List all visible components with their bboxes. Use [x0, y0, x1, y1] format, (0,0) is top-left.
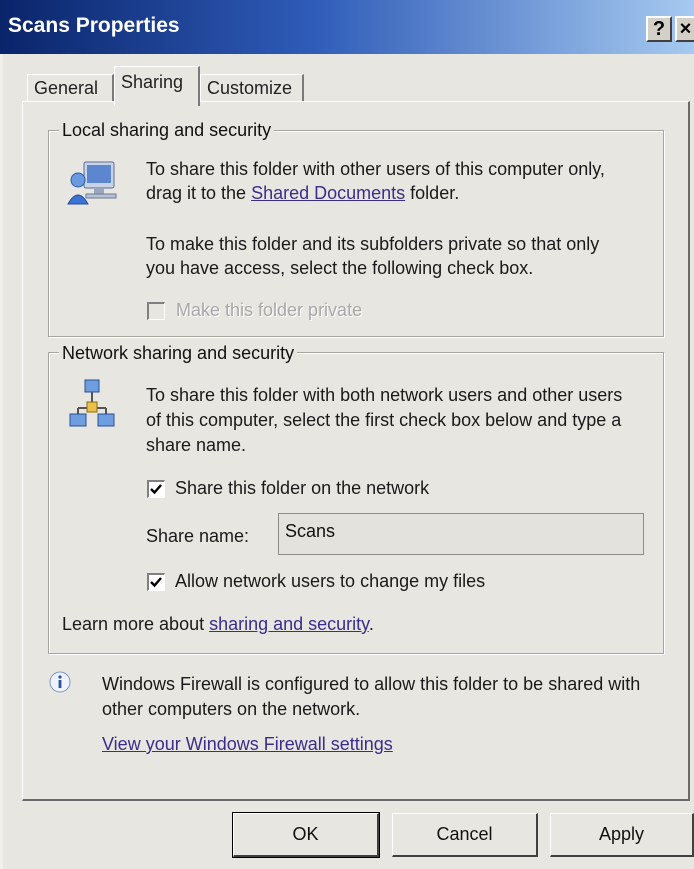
network-desc-line1: To share this folder with both network u…	[146, 385, 623, 405]
apply-button[interactable]: Apply	[550, 813, 694, 857]
info-icon	[49, 671, 71, 693]
share-name-label: Share name:	[146, 526, 250, 546]
tab-general[interactable]: General	[27, 74, 114, 102]
checkmark-icon	[150, 577, 162, 588]
checkmark-icon	[150, 484, 162, 495]
firewall-line1: Windows Firewall is configured to allow …	[102, 674, 641, 694]
computer-users-icon	[67, 161, 117, 205]
allow-changes-checkbox[interactable]	[147, 573, 165, 591]
network-sharing-title: Network sharing and security	[59, 343, 298, 363]
window-border	[0, 54, 3, 869]
sharing-security-link[interactable]: sharing and security	[209, 614, 369, 634]
tab-sharing[interactable]: Sharing	[114, 66, 200, 106]
make-private-label: Make this folder private	[176, 300, 363, 320]
network-desc-line2: of this computer, select the first check…	[146, 410, 622, 430]
private-desc-line1: To make this folder and its subfolders p…	[146, 234, 600, 254]
share-name-input[interactable]: Scans	[278, 513, 644, 555]
firewall-line2: other computers on the network.	[102, 699, 361, 719]
tab-customize[interactable]: Customize	[200, 74, 304, 102]
local-desc-prefix: drag it to the	[146, 183, 252, 203]
network-icon	[69, 379, 115, 427]
close-button[interactable]: ×	[675, 16, 694, 42]
local-desc-suffix: folder.	[405, 183, 460, 203]
allow-changes-label: Allow network users to change my files	[175, 571, 486, 591]
learn-more-prefix: Learn more about	[62, 614, 210, 634]
ok-button[interactable]: OK	[232, 812, 380, 858]
local-desc-line2: drag it to the Shared Documents folder.	[146, 181, 459, 205]
firewall-settings-link[interactable]: View your Windows Firewall settings	[102, 732, 393, 756]
learn-more-line: Learn more about sharing and security.	[62, 612, 374, 636]
private-desc-line2: you have access, select the following ch…	[146, 258, 534, 278]
help-button[interactable]: ?	[646, 16, 672, 42]
local-desc-line1: To share this folder with other users of…	[146, 159, 605, 179]
learn-more-suffix: .	[368, 614, 374, 634]
make-private-checkbox[interactable]	[147, 302, 165, 320]
title-bar[interactable]: Scans Properties ? ×	[0, 0, 694, 54]
network-desc-line3: share name.	[146, 435, 247, 455]
window-title: Scans Properties	[8, 14, 180, 37]
cancel-button[interactable]: Cancel	[392, 813, 538, 857]
share-folder-label: Share this folder on the network	[175, 478, 430, 498]
share-folder-checkbox[interactable]	[147, 480, 165, 498]
local-sharing-title: Local sharing and security	[59, 120, 275, 140]
shared-documents-link[interactable]: Shared Documents	[251, 183, 405, 203]
